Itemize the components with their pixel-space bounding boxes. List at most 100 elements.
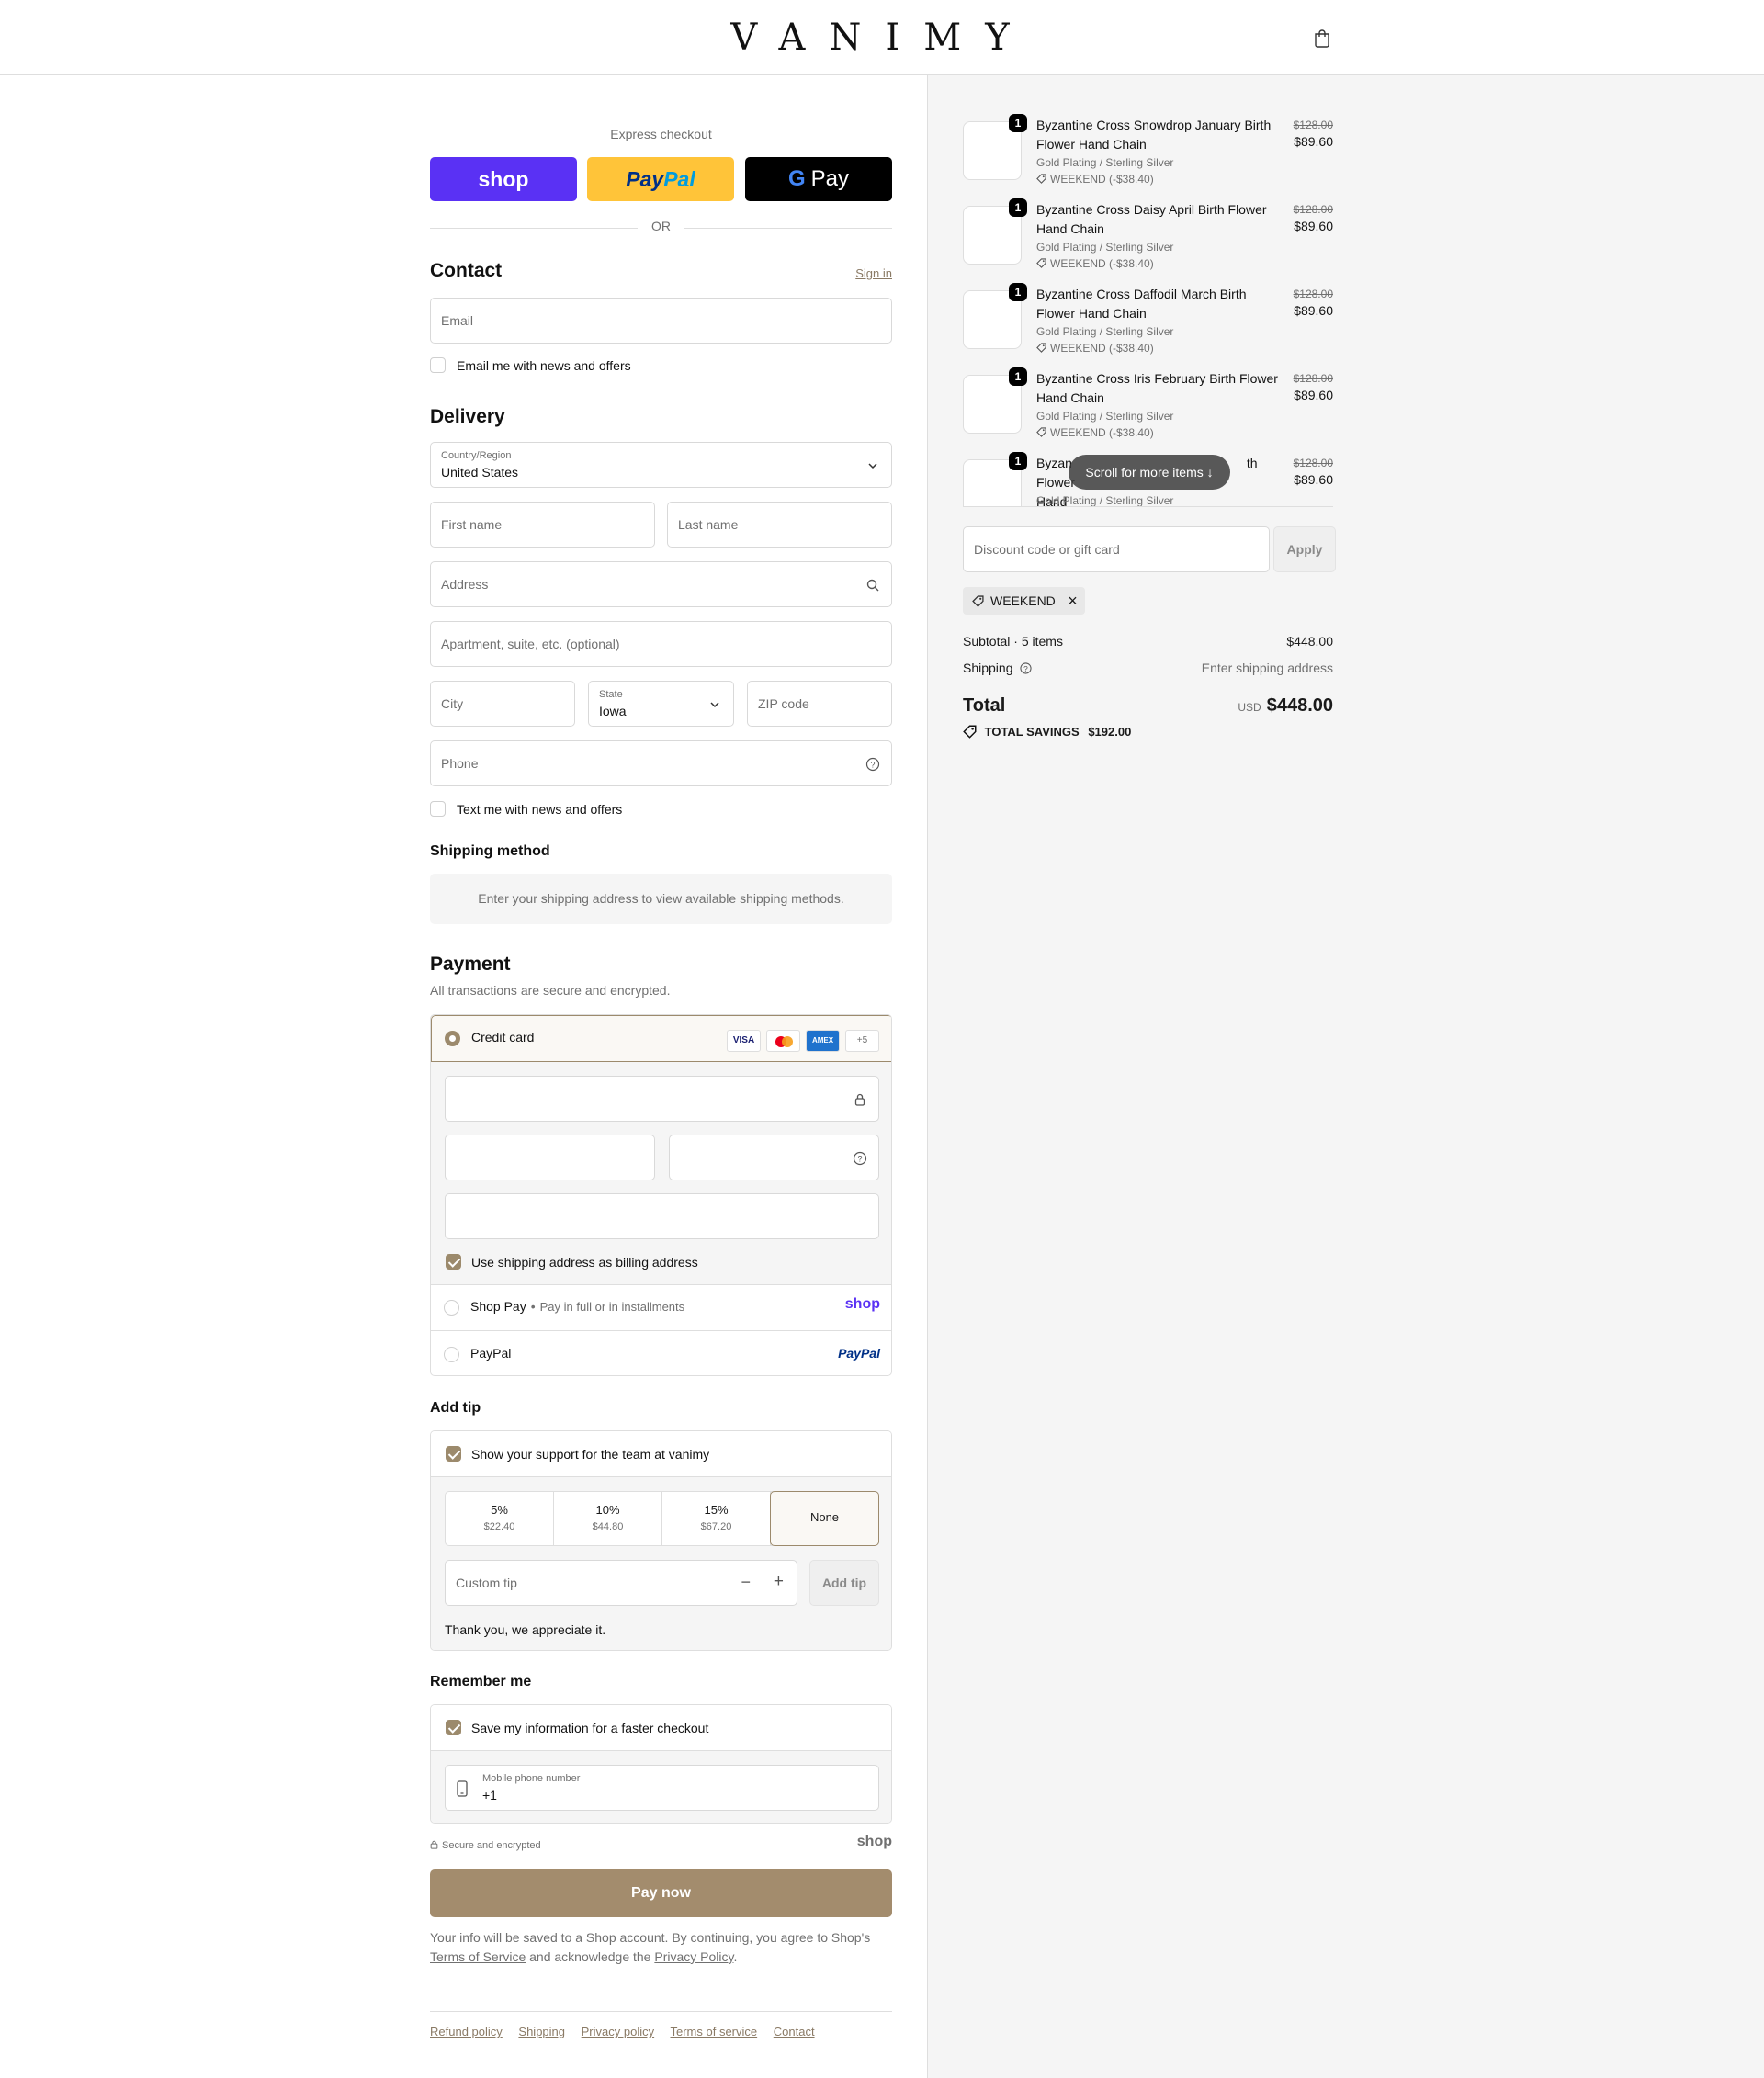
first-name-field[interactable]: First name <box>430 502 655 548</box>
email-news-checkbox[interactable] <box>430 357 446 373</box>
paypal-option[interactable]: PayPal PayPal <box>431 1330 891 1375</box>
contact-link[interactable]: Contact <box>774 2025 815 2038</box>
payment-methods-panel: Credit card VISA AMEX +5 ? Use shipping … <box>430 1014 892 1376</box>
shopping-bag-icon[interactable] <box>1312 28 1332 48</box>
product-discount: WEEKEND (-$38.40) <box>1036 342 1154 355</box>
tag-icon <box>1036 343 1046 353</box>
paypal-logo: PayPal <box>838 1346 880 1361</box>
credit-card-option[interactable]: Credit card VISA AMEX +5 <box>431 1015 891 1062</box>
google-pay-express-button[interactable]: G Pay <box>745 157 892 201</box>
original-price: $128.00 <box>1293 288 1333 300</box>
discount-code-input[interactable]: Discount code or gift card <box>963 526 1270 572</box>
text-news-checkbox[interactable] <box>430 801 446 817</box>
billing-address-checkbox[interactable] <box>446 1254 461 1270</box>
last-name-field[interactable]: Last name <box>667 502 892 548</box>
help-icon[interactable]: ? <box>853 1151 867 1166</box>
product-name: Byzantine Cross Daisy April Birth Flower… <box>1036 202 1267 236</box>
privacy-policy-footer-link[interactable]: Privacy policy <box>582 2025 654 2038</box>
shipping-row: Shipping ? Enter shipping address <box>963 661 1333 675</box>
privacy-policy-link[interactable]: Privacy Policy <box>654 1949 733 1964</box>
quantity-badge: 1 <box>1009 283 1027 301</box>
remove-discount-icon[interactable]: × <box>1068 587 1078 615</box>
country-select[interactable]: Country/Region United States <box>430 442 892 488</box>
increase-tip-button[interactable]: + <box>774 1572 784 1592</box>
remember-me-heading: Remember me <box>430 1674 532 1689</box>
remember-me-panel: Save my information for a faster checkou… <box>430 1704 892 1824</box>
product-name: Byzantine Cross Daffodil March Birth Flo… <box>1036 287 1247 321</box>
city-field[interactable]: City <box>430 681 575 727</box>
shop-pay-radio[interactable] <box>444 1300 459 1316</box>
discount-text: WEEKEND (-$38.40) <box>1050 426 1154 439</box>
shop-logo: shop <box>856 1834 892 1849</box>
legal-text: Your info will be saved to a Shop accoun… <box>430 1930 871 1964</box>
sale-price: $89.60 <box>1294 219 1333 233</box>
shop-pay-option[interactable]: Shop Pay • Pay in full or in installments … <box>431 1284 891 1330</box>
sale-price: $89.60 <box>1294 388 1333 402</box>
cart-item: 1 Byzantine Cross Daisy April Birth Flow… <box>963 198 1333 274</box>
state-select[interactable]: State Iowa <box>588 681 734 727</box>
cart-item: 1 Byzantine Cross Snowdrop January Birth… <box>963 114 1333 189</box>
product-variant: Gold Plating / Sterling Silver <box>1036 325 1174 338</box>
subtotal-value: $448.00 <box>1286 634 1333 649</box>
shipping-value: Enter shipping address <box>1201 661 1333 675</box>
total-row: Total USD $448.00 <box>963 695 1333 717</box>
billing-address-label: Use shipping address as billing address <box>471 1255 698 1270</box>
credit-card-radio[interactable] <box>445 1031 460 1046</box>
add-tip-button[interactable]: Add tip <box>809 1560 879 1606</box>
zip-code-field[interactable]: ZIP code <box>747 681 892 727</box>
shop-pay-logo: shop <box>844 1296 880 1312</box>
refund-policy-link[interactable]: Refund policy <box>430 2025 503 2038</box>
name-on-card-field[interactable] <box>445 1193 879 1239</box>
sale-price: $89.60 <box>1294 303 1333 318</box>
save-info-checkbox[interactable] <box>446 1720 461 1735</box>
add-tip-heading: Add tip <box>430 1400 481 1416</box>
help-icon[interactable]: ? <box>1020 662 1032 674</box>
phone-field[interactable]: Phone ? <box>430 740 892 786</box>
apply-discount-button[interactable]: Apply <box>1273 526 1336 572</box>
terms-of-service-footer-link[interactable]: Terms of service <box>671 2025 758 2038</box>
discount-text: WEEKEND (-$38.40) <box>1050 342 1154 355</box>
payment-subtitle: All transactions are secure and encrypte… <box>430 983 671 998</box>
custom-tip-field[interactable]: Custom tip − + <box>445 1560 797 1606</box>
tip-panel: Show your support for the team at vanimy… <box>430 1430 892 1651</box>
tip-option-none[interactable]: None <box>770 1491 879 1546</box>
product-discount: WEEKEND (-$38.40) <box>1036 257 1154 270</box>
sign-in-link[interactable]: Sign in <box>855 266 892 280</box>
terms-of-service-link[interactable]: Terms of Service <box>430 1949 526 1964</box>
total-label: Total <box>963 695 1006 716</box>
original-price: $128.00 <box>1293 119 1333 131</box>
tip-option-10[interactable]: 10% $44.80 <box>554 1492 662 1545</box>
total-value: $448.00 <box>1266 695 1333 716</box>
expiration-date-field[interactable] <box>445 1135 655 1180</box>
shipping-link[interactable]: Shipping <box>518 2025 565 2038</box>
paypal-express-button[interactable]: Pay Pal <box>587 157 734 201</box>
email-news-label: Email me with news and offers <box>457 358 631 373</box>
decrease-tip-button[interactable]: − <box>741 1573 751 1592</box>
cart-item: 1 Byzantine Cross Daffodil March Birth F… <box>963 283 1333 358</box>
address-field[interactable]: Address <box>430 561 892 607</box>
mobile-phone-field[interactable]: Mobile phone number +1 <box>445 1765 879 1811</box>
scroll-for-more-button[interactable]: Scroll for more items ↓ <box>1069 455 1230 490</box>
more-cards-badge: +5 <box>845 1030 879 1052</box>
shop-pay-express-button[interactable]: shop <box>430 157 577 201</box>
brand-logo[interactable]: VANIMY <box>0 17 1764 59</box>
card-number-field[interactable] <box>445 1076 879 1122</box>
cart-item: 1 Byzantine Cross Iris February Birth Fl… <box>963 367 1333 443</box>
product-variant: Gold Plating / Sterling Silver <box>1036 241 1174 254</box>
paypal-radio[interactable] <box>444 1347 459 1362</box>
quantity-badge: 1 <box>1009 452 1027 470</box>
tip-thanks-text: Thank you, we appreciate it. <box>445 1622 606 1637</box>
pay-now-button[interactable]: Pay now <box>430 1869 892 1917</box>
shipping-method-heading: Shipping method <box>430 843 550 859</box>
email-field[interactable]: Email <box>430 298 892 344</box>
lock-icon <box>430 1840 438 1849</box>
help-icon[interactable]: ? <box>865 757 880 772</box>
contact-heading: Contact <box>430 260 503 281</box>
apartment-field[interactable]: Apartment, suite, etc. (optional) <box>430 621 892 667</box>
security-code-field[interactable]: ? <box>669 1135 879 1180</box>
tip-option-5[interactable]: 5% $22.40 <box>446 1492 554 1545</box>
tip-option-15[interactable]: 15% $67.20 <box>662 1492 771 1545</box>
tip-support-checkbox[interactable] <box>446 1446 461 1462</box>
secure-encrypted-note: Secure and encrypted <box>430 1840 541 1851</box>
credit-card-label: Credit card <box>471 1030 535 1045</box>
